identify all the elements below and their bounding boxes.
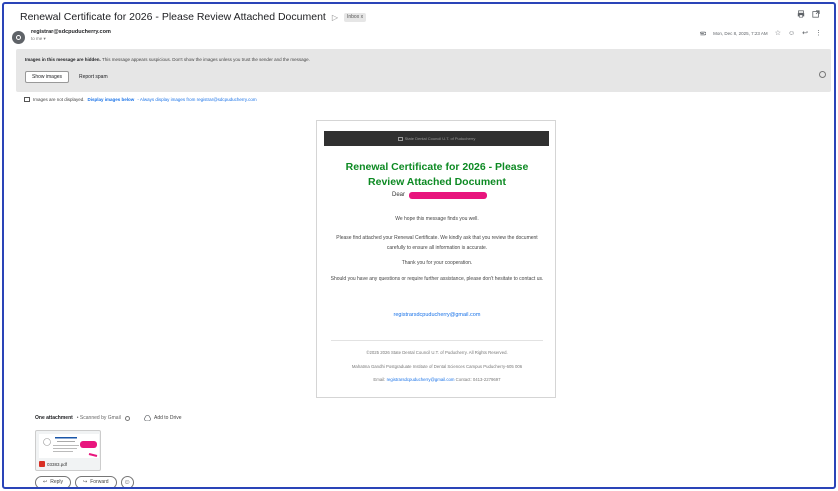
sender-avatar[interactable] <box>12 31 25 44</box>
forward-label: Forward <box>90 479 109 485</box>
body-title: Renewal Certificate for 2026 - Please Re… <box>345 161 529 188</box>
body-paragraph-4: Should you have any questions or require… <box>330 276 544 282</box>
open-new-window-icon[interactable] <box>812 10 820 18</box>
show-images-button[interactable]: Show images <box>25 71 70 83</box>
add-to-drive-button[interactable]: Add to Drive <box>144 415 182 421</box>
report-spam-button[interactable]: Report spam <box>79 74 108 80</box>
warning-info-icon[interactable] <box>819 71 826 78</box>
star-icon[interactable]: ☆ <box>775 29 781 37</box>
reply-button[interactable]: ↩ Reply <box>35 476 71 487</box>
message-date: Mon, Dec 8, 2025, 7:23 AM <box>713 30 768 36</box>
footer-contact: Email: registrarsdcpuducherry@gmail.com … <box>327 377 547 382</box>
contact-email-link[interactable]: registrarsdcpuducherry@gmail.com <box>327 312 547 318</box>
more-options-icon[interactable]: ⋮ <box>815 29 822 37</box>
to-me-label: to me <box>31 36 43 41</box>
pdf-icon <box>39 461 45 467</box>
emoji-react-button[interactable]: ☺ <box>120 476 134 487</box>
header-banner-image: State Dental Council U.T. of Puducherry <box>324 131 549 146</box>
attachment-filename: 03383.pdf <box>39 461 67 467</box>
greeting: Dear <box>392 192 406 198</box>
reply-arrow-icon: ↩ <box>43 479 48 485</box>
recipient-details[interactable]: to me ▾ <box>31 36 46 42</box>
attachment-thumbnail[interactable]: 03383.pdf <box>35 430 101 471</box>
warning-message-rest: This message appears suspicious. Don't s… <box>100 57 310 62</box>
reply-icon[interactable]: ↩ <box>802 29 808 37</box>
broken-image-icon <box>397 136 403 141</box>
email-body-card: State Dental Council U.T. of Puducherry … <box>316 120 556 398</box>
suspicious-warning-banner: Images in this message are hidden. This … <box>16 49 831 92</box>
banner-alt-text: State Dental Council U.T. of Puducherry <box>404 136 476 141</box>
add-to-drive-label: Add to Drive <box>154 415 182 421</box>
emoji-react-icon[interactable]: ☺ <box>788 30 795 37</box>
subject-row: Renewal Certificate for 2026 - Please Re… <box>20 9 367 25</box>
forward-button[interactable]: ↪ Forward <box>75 476 117 487</box>
important-marker-icon[interactable]: ▷ <box>332 13 338 22</box>
smiley-icon: ☺ <box>123 479 131 486</box>
sender-address[interactable]: registrar@sdcpuducherry.com <box>31 29 111 35</box>
footer-divider <box>331 340 543 341</box>
scan-info-icon[interactable] <box>124 415 130 421</box>
attachment-filename-text: 03383.pdf <box>47 461 68 467</box>
warning-message: Images in this message are hidden. This … <box>25 57 310 62</box>
email-view: Renewal Certificate for 2026 - Please Re… <box>2 2 836 489</box>
body-paragraph-3: Thank you for your cooperation. <box>401 260 473 266</box>
footer-phone: Contact: 0413-2279697 <box>455 377 501 382</box>
footer-copyright: ©2025 2026 State Dental Council U.T. of … <box>366 350 508 355</box>
redacted-name <box>409 192 487 199</box>
images-hidden-notice: Images are not displayed. Display images… <box>24 97 257 102</box>
scanned-by-gmail: • Scanned by Gmail <box>76 415 121 421</box>
warning-message-bold: Images in this message are hidden. <box>25 57 101 62</box>
top-actions <box>797 10 820 18</box>
inbox-label-chip[interactable]: Inbox x <box>343 12 367 22</box>
display-images-link[interactable]: Display images below <box>88 97 135 102</box>
attachment-count: One attachment <box>35 415 73 421</box>
footer-email-label: Email: <box>373 377 386 382</box>
forward-arrow-icon: ↪ <box>83 479 88 485</box>
body-paragraph-1: We hope this message finds you well. <box>395 216 479 222</box>
pdf-preview <box>39 434 99 458</box>
body-paragraph-2: Please find attached your Renewal Certif… <box>336 235 538 251</box>
reply-label: Reply <box>50 479 63 485</box>
print-icon[interactable] <box>797 10 805 18</box>
reply-actions: ↩ Reply ↪ Forward ☺ <box>35 476 134 487</box>
drive-icon <box>144 415 151 421</box>
attachment-icon <box>699 31 707 36</box>
image-icon <box>24 97 30 102</box>
footer-address: Mahatma Gandhi Postgraduate Institute of… <box>351 364 523 369</box>
footer-email-link[interactable]: registrarsdcpuducherry@gmail.com <box>387 377 455 382</box>
email-subject: Renewal Certificate for 2026 - Please Re… <box>20 11 326 23</box>
message-meta: Mon, Dec 8, 2025, 7:23 AM ☆ ☺ ↩ ⋮ <box>699 29 822 37</box>
attachment-header: One attachment • Scanned by Gmail <box>35 415 130 421</box>
always-display-link[interactable]: - Always display images from registrar@s… <box>137 97 256 102</box>
images-hidden-text: Images are not displayed. <box>33 97 85 102</box>
